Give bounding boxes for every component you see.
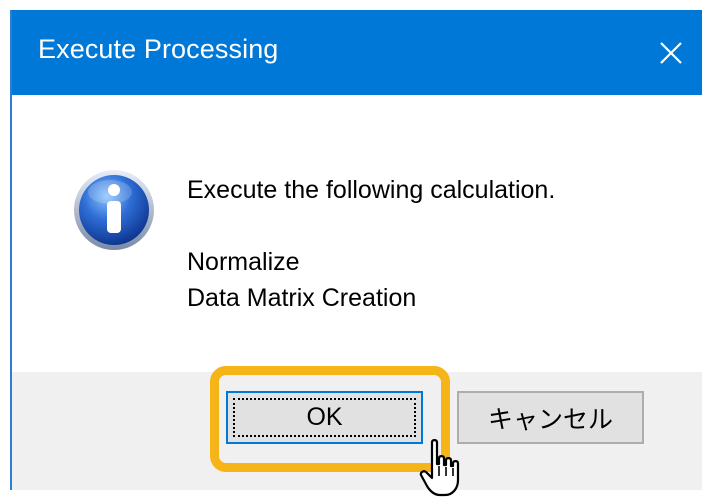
dialog-message: Execute the following calculation. Norma… bbox=[187, 172, 555, 316]
focus-rectangle bbox=[233, 398, 416, 437]
close-button[interactable] bbox=[640, 10, 702, 95]
cancel-button[interactable]: キャンセル bbox=[457, 391, 644, 444]
dialog-content: Execute the following calculation. Norma… bbox=[12, 95, 702, 372]
message-line: Execute the following calculation. bbox=[187, 176, 556, 204]
message-line: Normalize bbox=[187, 248, 300, 276]
message-line: Data Matrix Creation bbox=[187, 284, 417, 312]
cancel-button-label: キャンセル bbox=[487, 405, 613, 434]
message-spacer bbox=[187, 208, 555, 244]
screen: Execute Processing Execute the following… bbox=[0, 0, 702, 503]
close-icon bbox=[660, 41, 682, 64]
info-icon bbox=[74, 170, 154, 250]
title-bar: Execute Processing bbox=[12, 10, 702, 95]
dialog-title: Execute Processing bbox=[38, 34, 279, 64]
ok-button[interactable]: OK bbox=[226, 391, 423, 444]
